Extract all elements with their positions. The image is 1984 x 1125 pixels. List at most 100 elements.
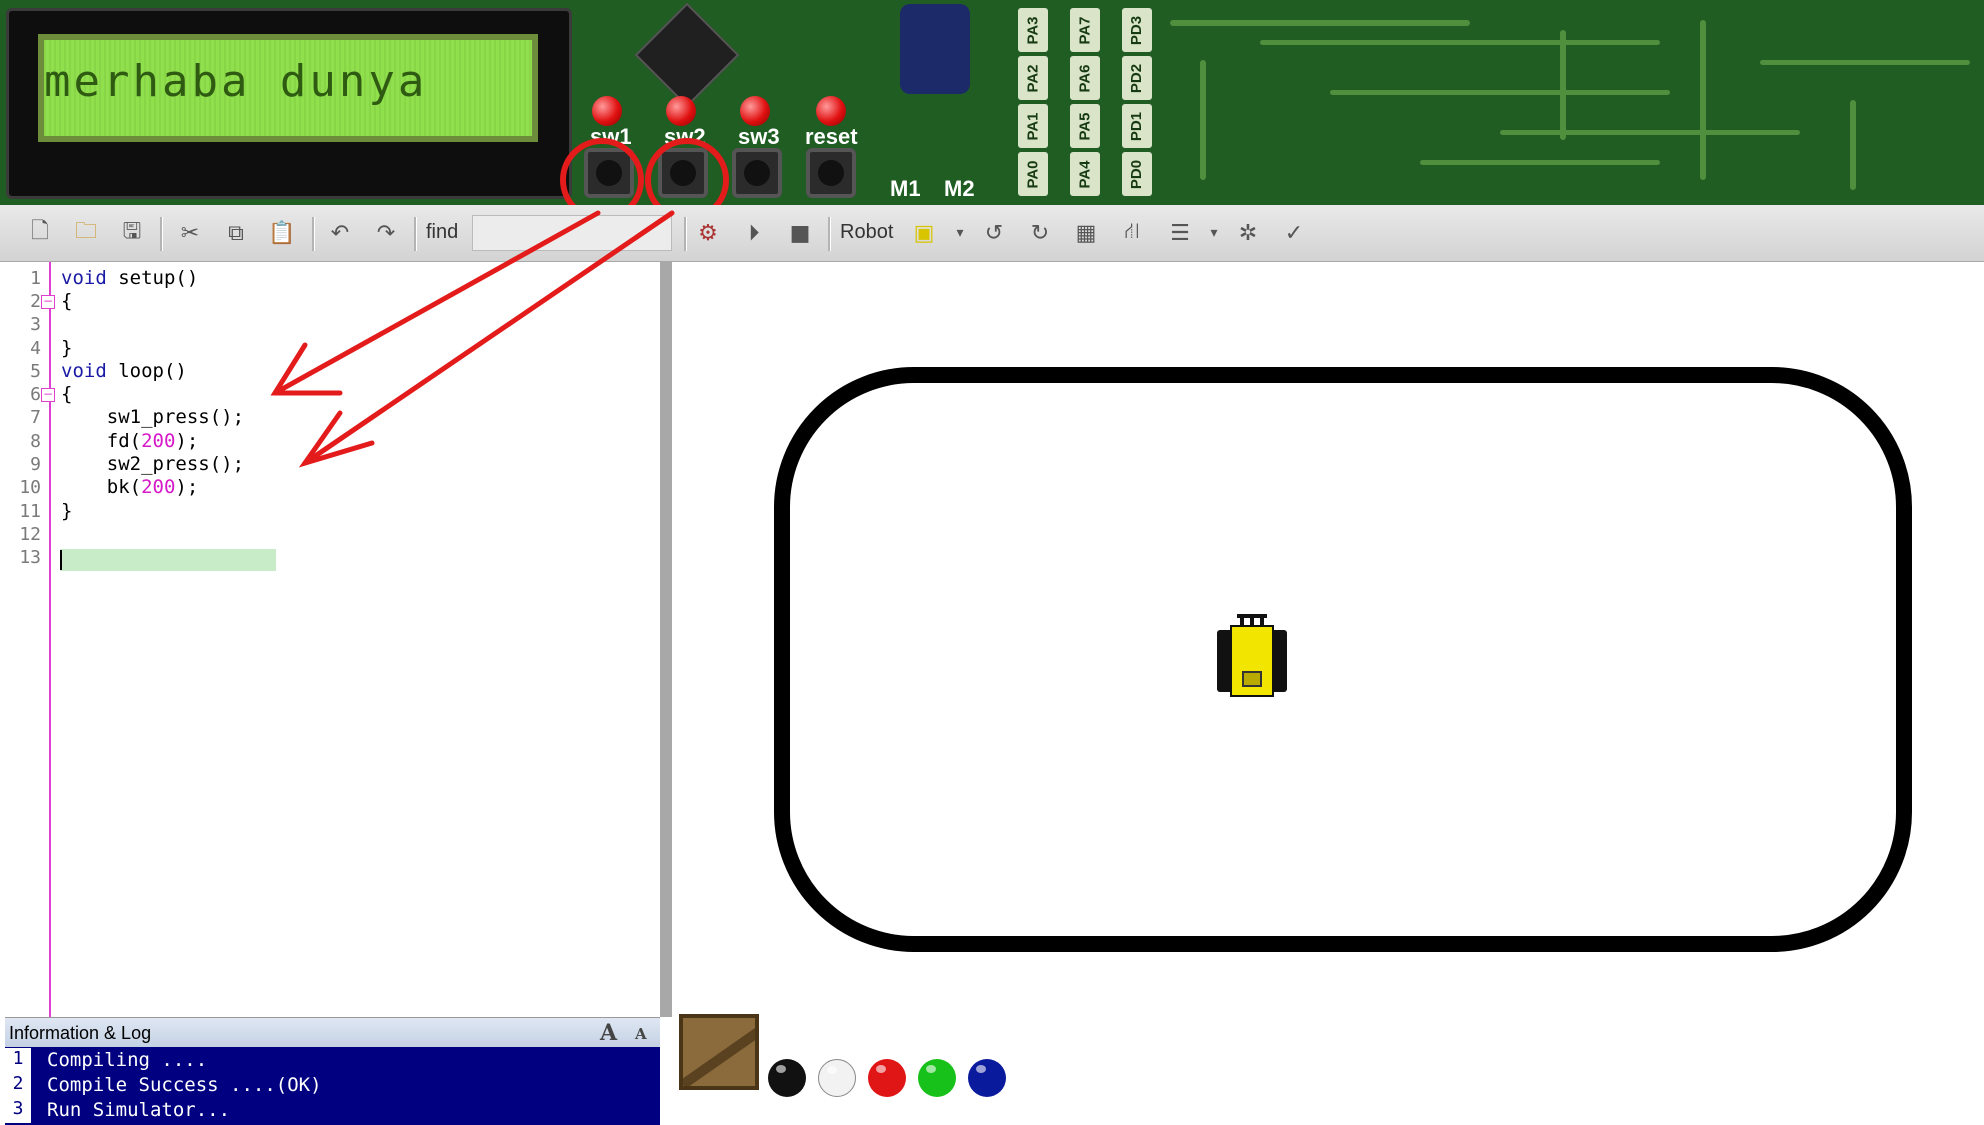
track-icon[interactable]: ☰ bbox=[1166, 219, 1194, 247]
number-literal: 200 bbox=[141, 430, 176, 452]
led-3 bbox=[740, 96, 770, 126]
chevron-down-icon[interactable]: ▾ bbox=[1200, 219, 1228, 247]
font-decrease-button[interactable]: A bbox=[635, 1025, 647, 1043]
find-input[interactable] bbox=[472, 215, 672, 251]
log-line-number: 3 bbox=[5, 1098, 31, 1123]
stop-icon[interactable]: ■ bbox=[786, 219, 814, 247]
code-line: { bbox=[61, 383, 73, 405]
fold-toggle-icon[interactable]: − bbox=[41, 295, 55, 309]
pin-pa0: PA0 bbox=[1018, 152, 1048, 196]
line-number: 12 bbox=[19, 524, 41, 545]
sw2-highlight-circle bbox=[645, 138, 729, 205]
paste-icon[interactable]: 📋 bbox=[268, 219, 296, 247]
ball-black[interactable] bbox=[768, 1059, 806, 1097]
motor-label-m2: M2 bbox=[944, 176, 975, 201]
log-line: Compiling .... bbox=[47, 1049, 208, 1071]
pin-pa7: PA7 bbox=[1070, 8, 1100, 52]
keyword: void bbox=[61, 267, 107, 289]
code-line: { bbox=[61, 290, 73, 312]
code-line: void setup() bbox=[61, 267, 199, 289]
line-number: 5 bbox=[30, 361, 41, 382]
robot-label: Robot bbox=[840, 221, 894, 243]
led-2 bbox=[666, 96, 696, 126]
pin-pd0: PD0 bbox=[1122, 152, 1152, 196]
code-line: fd(200); bbox=[61, 430, 199, 452]
sw3-label: sw3 bbox=[738, 124, 780, 149]
save-icon[interactable]: 🖫 bbox=[118, 219, 146, 247]
sw3-button[interactable] bbox=[732, 148, 782, 198]
line-number: 13 bbox=[19, 547, 41, 568]
line-number: 1 bbox=[30, 268, 41, 289]
open-folder-icon[interactable]: 🗀 bbox=[72, 219, 100, 247]
microcontroller-chip bbox=[634, 2, 740, 108]
rotate-left-icon[interactable]: ↺ bbox=[980, 219, 1008, 247]
line-number: 11 bbox=[19, 501, 41, 522]
pin-pd3: PD3 bbox=[1122, 8, 1152, 52]
reset-label: reset bbox=[805, 124, 858, 149]
track-loop bbox=[774, 367, 1912, 952]
log-line-number: 2 bbox=[5, 1073, 31, 1098]
led-1 bbox=[592, 96, 622, 126]
text-caret bbox=[60, 550, 62, 570]
code-line: sw2_press(); bbox=[61, 453, 245, 475]
log-title: Information & Log bbox=[9, 1023, 152, 1043]
simulator-canvas[interactable] bbox=[672, 262, 1984, 1125]
board-panel: merhaba dunya sw1 sw2 sw3 reset M1 M2 PA… bbox=[0, 0, 1984, 205]
robot-icon[interactable] bbox=[1207, 610, 1297, 700]
pin-pa3: PA3 bbox=[1018, 8, 1048, 52]
gutter-divider bbox=[49, 262, 51, 1017]
toolbar-separator bbox=[312, 217, 315, 251]
copy-icon[interactable]: ⧉ bbox=[222, 219, 250, 247]
fold-toggle-icon[interactable]: − bbox=[41, 388, 55, 402]
reset-button[interactable] bbox=[806, 148, 856, 198]
log-output: 1 2 3 Compiling .... Compile Success ...… bbox=[5, 1047, 660, 1125]
font-increase-button[interactable]: A bbox=[600, 1020, 617, 1046]
motor-label-m1: M1 bbox=[890, 176, 921, 201]
redo-icon[interactable]: ↷ bbox=[372, 219, 400, 247]
play-icon[interactable]: ⏵ bbox=[740, 219, 768, 247]
ball-green[interactable] bbox=[918, 1059, 956, 1097]
cut-icon[interactable]: ✂ bbox=[176, 219, 204, 247]
code-editor[interactable]: 1 2 3 4 5 6 7 8 9 10 11 12 13 − − void s… bbox=[5, 262, 672, 1017]
log-line-number: 1 bbox=[5, 1048, 31, 1073]
code-line: bk(200); bbox=[61, 476, 199, 498]
ball-red[interactable] bbox=[868, 1059, 906, 1097]
find-label: find bbox=[426, 221, 459, 243]
lcd-text: merhaba dunya bbox=[44, 56, 428, 107]
new-file-icon[interactable]: 🗋 bbox=[26, 219, 54, 247]
code-line: void loop() bbox=[61, 360, 187, 382]
led-4 bbox=[816, 96, 846, 126]
log-line: Run Simulator... bbox=[47, 1099, 231, 1121]
pin-pd1: PD1 bbox=[1122, 104, 1152, 148]
ball-white[interactable] bbox=[818, 1059, 856, 1097]
code-line: } bbox=[61, 337, 73, 359]
help-icon[interactable]: ✓ bbox=[1280, 219, 1308, 247]
rotate-right-icon[interactable]: ↻ bbox=[1026, 219, 1054, 247]
robot-select-icon[interactable]: ▣ bbox=[910, 219, 938, 247]
toolbar-separator bbox=[414, 217, 417, 251]
settings-icon[interactable]: ✲ bbox=[1234, 219, 1262, 247]
log-header: Information & Log A A bbox=[5, 1017, 660, 1048]
undo-icon[interactable]: ↶ bbox=[326, 219, 354, 247]
code-line: sw1_press(); bbox=[61, 406, 245, 428]
log-line: Compile Success ....(OK) bbox=[47, 1074, 322, 1096]
chevron-down-icon[interactable]: ▾ bbox=[946, 219, 974, 247]
pin-pa1: PA1 bbox=[1018, 104, 1048, 148]
line-number: 4 bbox=[30, 338, 41, 359]
line-number: 2 bbox=[30, 291, 41, 312]
code-line: } bbox=[61, 500, 73, 522]
path-icon[interactable]: ⛙ bbox=[1118, 219, 1146, 247]
line-number: 3 bbox=[30, 314, 41, 335]
number-literal: 200 bbox=[141, 476, 176, 498]
gear-icon[interactable]: ⚙ bbox=[694, 219, 722, 247]
capacitor bbox=[900, 4, 970, 94]
crate-object[interactable] bbox=[679, 1014, 759, 1090]
line-number: 10 bbox=[19, 477, 41, 498]
grid-icon[interactable]: ▦ bbox=[1072, 219, 1100, 247]
keyword: void bbox=[61, 360, 107, 382]
ball-blue[interactable] bbox=[968, 1059, 1006, 1097]
pin-pa6: PA6 bbox=[1070, 56, 1100, 100]
pin-pa2: PA2 bbox=[1018, 56, 1048, 100]
toolbar-separator bbox=[684, 217, 687, 251]
pin-pa4: PA4 bbox=[1070, 152, 1100, 196]
